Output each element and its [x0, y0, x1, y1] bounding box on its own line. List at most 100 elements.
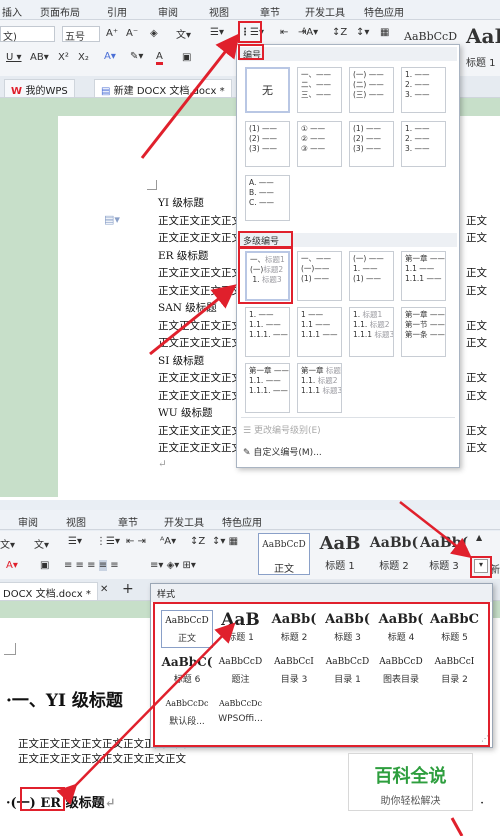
- pinyin-icon[interactable]: 文▾: [176, 26, 191, 41]
- style-item[interactable]: AaBbCcD 正文: [161, 610, 213, 648]
- pinyin-icon-2[interactable]: 文▾: [34, 536, 49, 551]
- style-item[interactable]: AaBbCcI 目录 2: [429, 652, 481, 690]
- line-spacing-icon-2[interactable]: ↕▾ ▦: [212, 536, 238, 547]
- style-item-preview: AaBbCcDc: [218, 699, 263, 708]
- style-item[interactable]: AaB 标题 1: [215, 610, 267, 648]
- styles-resize-grip-icon[interactable]: ⋰: [481, 734, 489, 743]
- menu-layout[interactable]: 页面布局: [40, 4, 80, 19]
- multilevel-chapter[interactable]: 第一章 —— 1.1 —— 1.1.1 ——: [401, 251, 446, 301]
- menu-developer-2[interactable]: 开发工具: [164, 514, 204, 529]
- numbering-none[interactable]: 无: [245, 67, 290, 113]
- style-item[interactable]: AaBbC(标题 6: [161, 652, 213, 690]
- font-color-icon[interactable]: A: [156, 51, 163, 65]
- style-item-name: 标题 3: [334, 633, 361, 643]
- style-preview-heading1[interactable]: AaB: [466, 24, 500, 48]
- style-item[interactable]: AaBbCcD 图表目录: [375, 652, 427, 690]
- sort-icon[interactable]: ↕Z: [332, 27, 347, 38]
- align-icons[interactable]: ≡ ≡ ≡ ≡ ≡: [64, 560, 119, 571]
- numbering-circled[interactable]: ① —— ② —— ③ ——: [297, 121, 342, 167]
- numbering-letters[interactable]: A. —— B. —— C. ——: [245, 175, 290, 221]
- menu-features[interactable]: 特色应用: [364, 4, 404, 19]
- style-item[interactable]: AaBbC 标题 5: [429, 610, 481, 648]
- numbering-icon-2[interactable]: ⋮☰▾: [96, 536, 120, 547]
- menu-review[interactable]: 审阅: [158, 4, 178, 19]
- superscript-icon[interactable]: X²: [58, 52, 69, 63]
- text-effects-icon-2[interactable]: ᴬA▾: [160, 536, 176, 547]
- clear-format-icon[interactable]: ◈: [150, 28, 158, 39]
- multilevel-decimal[interactable]: 1. —— 1.1. —— 1.1.1. ——: [245, 307, 290, 357]
- gallery-name-3: 标题 3: [429, 561, 459, 572]
- style-preview[interactable]: AaBbCcD: [404, 30, 457, 43]
- menu-chapter-2[interactable]: 章节: [118, 514, 138, 529]
- gallery-style-3[interactable]: AaBb(标题 3: [420, 533, 468, 572]
- multilevel-chapter-section[interactable]: 第一章 —— 第一节 —— 第一条 ——: [401, 307, 446, 357]
- font-size-select[interactable]: 五号: [62, 26, 100, 43]
- numbering-arabic-paren-2[interactable]: (1) —— (2) —— (3) ——: [349, 121, 394, 167]
- numbering-arabic-paren[interactable]: (1) —— (2) —— (3) ——: [245, 121, 290, 167]
- numbering-chinese-comma[interactable]: 一、—— 二、—— 三、——: [297, 67, 342, 113]
- highlight-icon[interactable]: ✎▾: [130, 51, 143, 62]
- shrink-font-icon[interactable]: A⁻: [126, 28, 138, 39]
- gallery-preview-0: AaBbCcD: [262, 540, 306, 550]
- bullets-icon[interactable]: ☰▾: [210, 27, 224, 38]
- strike-icon[interactable]: AB▾: [30, 52, 49, 63]
- menu-view-2[interactable]: 视图: [66, 514, 86, 529]
- new-tab-icon[interactable]: +: [122, 581, 134, 597]
- body-line-right: 正文: [466, 232, 487, 244]
- style-item-name: 图表目录: [382, 675, 419, 685]
- font-color-icon-2[interactable]: A▾: [6, 560, 18, 571]
- menu-review-2[interactable]: 审阅: [18, 514, 38, 529]
- numbering-arabic-dot-2[interactable]: 1. —— 2. —— 3. ——: [401, 121, 446, 167]
- style-item[interactable]: AaBbCcDc 默认段...: [161, 694, 213, 732]
- line-spacing-icon[interactable]: ↕▾: [356, 27, 369, 38]
- grow-font-icon[interactable]: A⁺: [106, 28, 118, 39]
- menu-insert[interactable]: 插入: [2, 4, 22, 19]
- subscript-icon[interactable]: X₂: [78, 52, 89, 63]
- menu-developer[interactable]: 开发工具: [305, 4, 345, 19]
- style-item[interactable]: AaBbCcD 目录 1: [322, 652, 374, 690]
- custom-numbering-item[interactable]: ✎ 自定义编号(M)...: [243, 445, 322, 458]
- style-item[interactable]: AaBbCcI 目录 3: [268, 652, 320, 690]
- menu-view[interactable]: 视图: [209, 4, 229, 19]
- indent-icon-2[interactable]: ⇤ ⇥: [126, 536, 146, 547]
- menu-features-2[interactable]: 特色应用: [222, 514, 262, 529]
- tab-new-docx[interactable]: ▤ 新建 DOCX 文档.docx *: [94, 79, 232, 97]
- style-item-name: 目录 3: [280, 675, 308, 685]
- paragraph-marker-icon: ▤▾: [104, 213, 120, 226]
- gallery-style-1[interactable]: AaB 标题 1: [314, 533, 366, 572]
- style-item[interactable]: AaBb(标题 2: [268, 610, 320, 648]
- char-border-icon-2[interactable]: ▣: [40, 560, 49, 571]
- char-border-icon[interactable]: ▣: [182, 52, 191, 63]
- font-name-select[interactable]: 文): [0, 26, 55, 43]
- gallery-style-2[interactable]: AaBb(标题 2: [368, 533, 420, 572]
- tab-my-wps[interactable]: W 我的WPS: [4, 79, 75, 97]
- menu-chapter[interactable]: 章节: [260, 4, 280, 19]
- tab-close-icon[interactable]: ✕: [100, 584, 108, 595]
- multilevel-paren[interactable]: (一) —— 1. —— (1) ——: [349, 251, 394, 301]
- change-level-item[interactable]: ☰ 更改编号级别(E): [243, 423, 321, 436]
- numbering-arabic-dot[interactable]: 1. —— 2. —— 3. ——: [401, 67, 446, 113]
- multilevel-decimal-2[interactable]: 1 —— 1.1 —— 1.1.1 ——: [297, 307, 342, 357]
- multilevel-chinese-plain[interactable]: 一、—— (一)—— (1) ——: [297, 251, 342, 301]
- multilevel-chapter-heading[interactable]: 第一章 标题11.1. 标题21.1.1 标题3: [297, 363, 342, 413]
- gallery-style-0[interactable]: AaBbCcD 正文: [258, 533, 310, 575]
- style-item[interactable]: AaBb(标题 3: [322, 610, 374, 648]
- style-item[interactable]: AaBbCcD 题注: [215, 652, 267, 690]
- style-item[interactable]: AaBb(标题 4: [375, 610, 427, 648]
- multilevel-decimal-heading[interactable]: 1. 标题1 1.1. 标题2 1.1.1 标题3: [349, 307, 394, 357]
- menu-references[interactable]: 引用: [107, 4, 127, 19]
- gallery-scroll-up-icon[interactable]: ▲: [476, 533, 482, 542]
- multilevel-chapter-2[interactable]: 第一章 —— 1.1. —— 1.1.1. ——: [245, 363, 290, 413]
- bold-label-icon[interactable]: 文▾: [0, 536, 15, 551]
- style-item[interactable]: AaBbCcDc WPSOffi...: [215, 694, 267, 732]
- decrease-indent-icon[interactable]: ⇤: [280, 27, 288, 38]
- tab-docx-2[interactable]: DOCX 文档.docx *: [0, 582, 98, 600]
- table-icon[interactable]: ▦: [380, 27, 389, 38]
- sort-icon-2[interactable]: ↕Z: [190, 536, 205, 547]
- underline-icon[interactable]: U ▾: [6, 52, 22, 63]
- bullets-icon-2[interactable]: ☰▾: [68, 536, 82, 547]
- font-effect-icon[interactable]: A▾: [104, 51, 116, 62]
- numbering-chinese-paren[interactable]: (一) —— (二) —— (三) ——: [349, 67, 394, 113]
- shading-icon[interactable]: ≡▾ ◈▾ ⊞▾: [150, 560, 196, 571]
- text-effects-icon[interactable]: ᴬA▾: [302, 27, 318, 38]
